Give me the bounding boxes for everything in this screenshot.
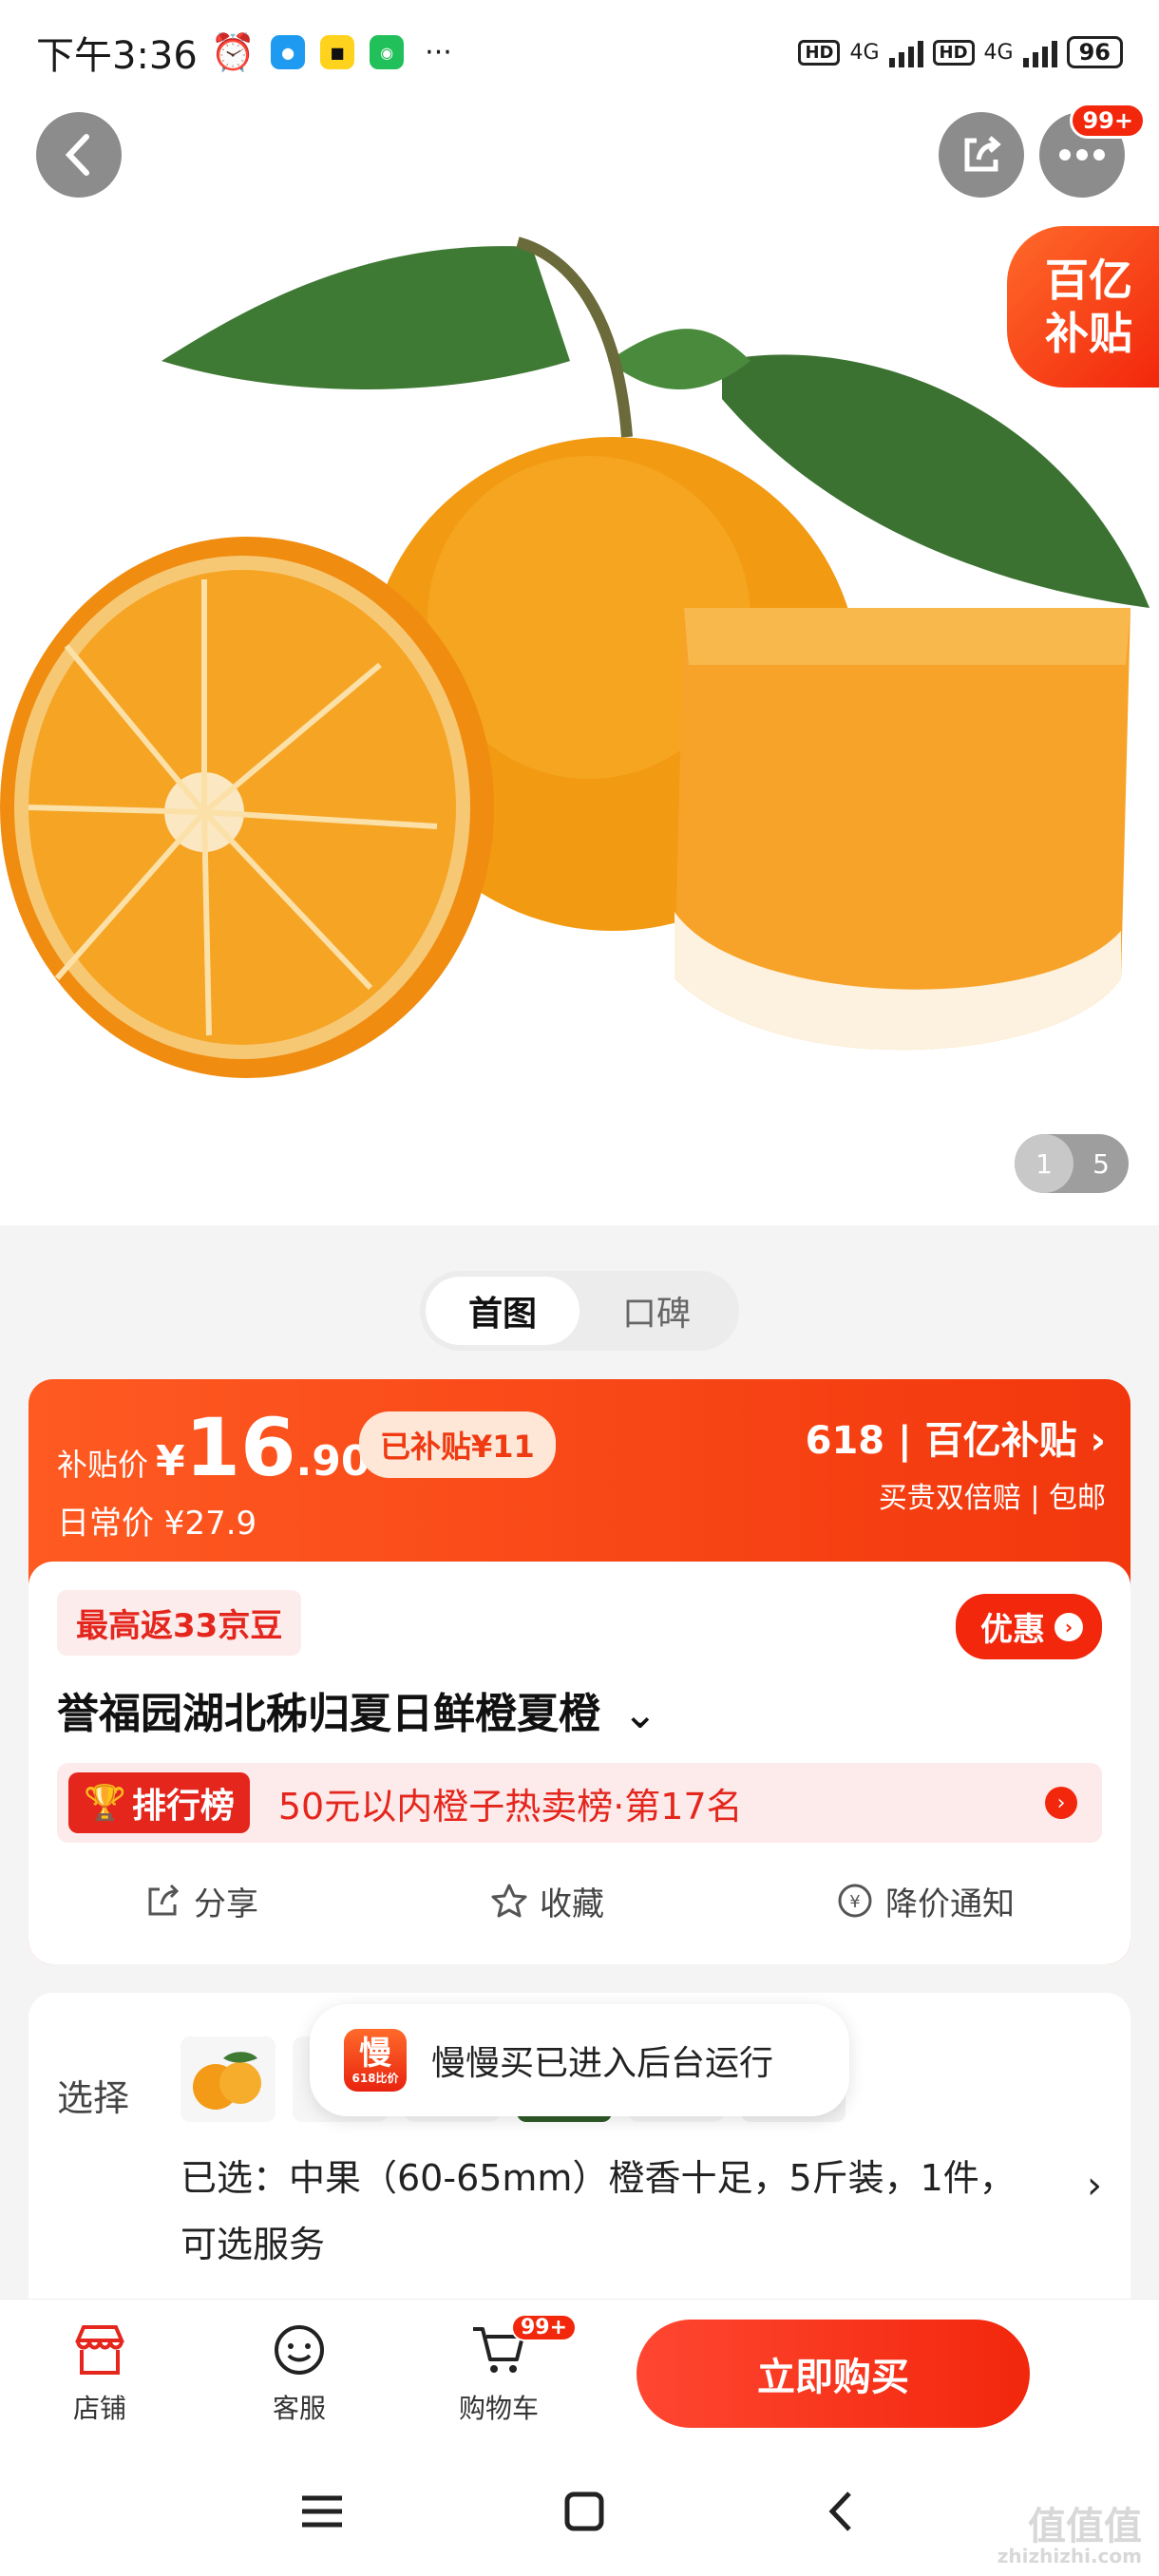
product-title[interactable]: 誉福园湖北秭归夏日鲜橙夏橙 ⌄ [57, 1679, 657, 1740]
ranking-banner[interactable]: 🏆 排行榜 50元以内橙子热卖榜·第17名 › [57, 1763, 1102, 1843]
chevron-down-icon: ⌄ [622, 1690, 658, 1738]
hd-icon: HD [798, 39, 841, 66]
favorite-label: 收藏 [540, 1885, 604, 1923]
back-button[interactable] [36, 112, 122, 198]
tab-main-image[interactable]: 首图 [426, 1277, 580, 1345]
chevron-left-icon [65, 134, 89, 176]
ranking-text: 50元以内橙子热卖榜·第17名 [277, 1785, 743, 1828]
app-notification-icon: ■ [320, 35, 355, 69]
promo-info[interactable]: 618 | 百亿补贴 › 买贵双倍赔 | 包邮 [806, 1410, 1106, 1516]
price-integer: 16 [184, 1401, 296, 1494]
hd-icon: HD [932, 39, 975, 66]
network-label: 4G [849, 40, 880, 65]
subsidy-price: 补贴价 ¥ 16 .90 [57, 1408, 370, 1487]
jingdou-reward-badge[interactable]: 最高返33京豆 [57, 1590, 302, 1656]
price-card: 补贴价 ¥ 16 .90 已补贴¥11 日常价 ¥27.9 618 | 百亿补贴… [28, 1379, 1130, 1964]
promo-subtitle: 买贵双倍赔 | 包邮 [878, 1482, 1106, 1515]
choose-label: 选择 [57, 2077, 130, 2119]
watermark-sub: zhizhizhi.com [997, 2545, 1142, 2567]
price-alert-action[interactable]: ¥ 降价通知 [836, 1878, 1015, 1924]
subsidy-price-label: 补贴价 [57, 1447, 149, 1483]
tab-reviews[interactable]: 口碑 [580, 1277, 733, 1345]
background-running-toast: 慢 618比价 慢慢买已进入后台运行 [310, 2004, 849, 2116]
coupon-button[interactable]: 优惠 › [956, 1594, 1102, 1659]
system-navigation-bar [0, 2447, 1159, 2576]
image-tab-switch: 首图 口碑 [420, 1271, 739, 1351]
app-notification-icon: ● [271, 35, 306, 69]
coupon-label: 优惠 [980, 1611, 1045, 1649]
trophy-icon: 🏆 [84, 1784, 126, 1823]
price-alert-icon: ¥ [838, 1884, 872, 1918]
home-icon[interactable] [563, 2491, 605, 2532]
selected-spec-text: 已选：中果（60-65mm）橙香十足，5斤装，1件，可选服务 [180, 2157, 1016, 2265]
price-alert-label: 降价通知 [885, 1885, 1015, 1923]
app-icon-sub: 618比价 [352, 2072, 399, 2085]
cart-label: 购物车 [458, 2392, 539, 2424]
more-menu-button[interactable]: 99+ [1039, 103, 1146, 198]
buy-now-button[interactable]: 立即购买 [636, 2319, 1030, 2428]
watermark-main: 值值值 [1028, 2505, 1142, 2548]
network-label: 4G [983, 40, 1014, 65]
orange-thumbnail [193, 2052, 261, 2110]
pager-current: 1 [1015, 1134, 1074, 1193]
toast-message: 慢慢买已进入后台运行 [431, 2044, 774, 2083]
chevron-right-icon: › [1045, 1787, 1077, 1819]
shop-label: 店铺 [72, 2392, 126, 2424]
share-icon [964, 136, 1001, 172]
alarm-icon: ⏰ [210, 30, 256, 73]
app-icon-char: 慢 [359, 2035, 391, 2073]
ranking-tag: 🏆 排行榜 [68, 1772, 250, 1833]
smile-chat-icon [275, 2324, 324, 2375]
subsidy-tag-line1: 百亿 [1045, 255, 1132, 306]
watermark: 值值值 zhizhizhi.com [998, 2508, 1142, 2567]
manmanmai-app-icon: 慢 618比价 [344, 2029, 407, 2092]
menu-icon[interactable] [298, 2492, 346, 2530]
pager-total: 5 [1092, 1147, 1110, 1180]
customer-service-label: 客服 [272, 2392, 326, 2424]
product-info: 最高返33京豆 优惠 › 誉福园湖北秭归夏日鲜橙夏橙 ⌄ 🏆 排行榜 50元以内… [28, 1562, 1130, 1964]
chevron-right-icon: › [1087, 2164, 1102, 2207]
status-bar: 下午3:36 ⏰ ● ■ ◉ ··· HD 4G HD 4G 96 [0, 0, 1159, 104]
product-title-text: 誉福园湖北秭归夏日鲜橙夏橙 [57, 1690, 600, 1738]
back-nav-icon[interactable] [823, 2488, 861, 2535]
status-time: 下午3:36 [36, 34, 198, 78]
battery-indicator: 96 [1066, 36, 1123, 68]
subsidy-tag-line2: 补贴 [1045, 308, 1132, 359]
subsidy-amount-badge: 已补贴¥11 [359, 1411, 556, 1478]
notification-badge: 99+ [1070, 103, 1146, 139]
wechat-icon: ◉ [370, 35, 405, 69]
billion-subsidy-tag: 百亿 补贴 [1007, 226, 1159, 388]
cart-badge: 99+ [511, 2313, 578, 2341]
svg-text:¥: ¥ [849, 1892, 860, 1912]
shop-icon [74, 2324, 125, 2375]
share-icon [148, 1884, 180, 1916]
image-pager: 1 5 [1015, 1134, 1129, 1193]
cart-button[interactable]: 99+ 购物车 [399, 2313, 598, 2426]
spec-thumbnail[interactable] [180, 2036, 276, 2122]
favorite-action[interactable]: 收藏 [490, 1878, 604, 1924]
more-dots-icon [1059, 149, 1105, 161]
price-banner: 补贴价 ¥ 16 .90 已补贴¥11 日常价 ¥27.9 618 | 百亿补贴… [28, 1379, 1130, 1562]
bottom-action-bar: 店铺 客服 99+ 购物车 立即购买 [0, 2299, 1159, 2447]
share-button[interactable] [939, 112, 1024, 198]
more-notifications-icon: ··· [425, 35, 452, 69]
ranking-tag-label: 排行榜 [131, 1787, 235, 1826]
customer-service-button[interactable]: 客服 [200, 2321, 399, 2426]
promo-title: 618 | 百亿补贴 › [805, 1419, 1106, 1463]
chevron-right-icon: › [1054, 1612, 1083, 1641]
signal-icon [1022, 37, 1057, 67]
share-label: 分享 [194, 1885, 258, 1923]
shop-button[interactable]: 店铺 [0, 2321, 200, 2426]
share-action[interactable]: 分享 [144, 1878, 258, 1924]
signal-icon [888, 37, 923, 67]
daily-price: 日常价 ¥27.9 [57, 1505, 257, 1543]
product-actions: 分享 收藏 ¥ 降价通知 [28, 1867, 1130, 1934]
star-icon [491, 1884, 527, 1918]
currency-symbol: ¥ [156, 1437, 185, 1486]
